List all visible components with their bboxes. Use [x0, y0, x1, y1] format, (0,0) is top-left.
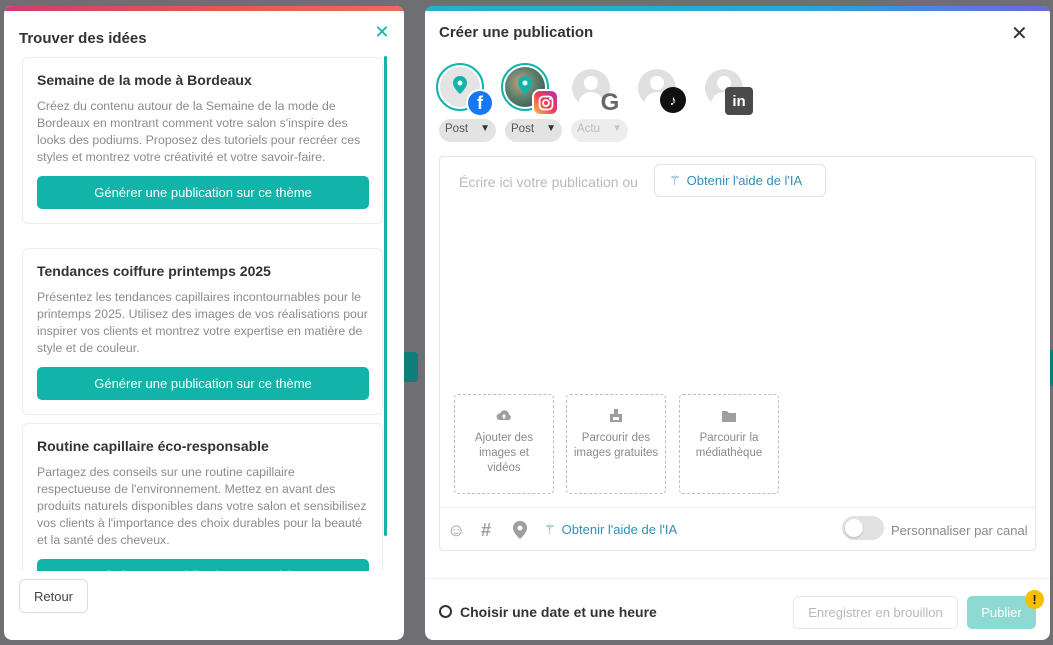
- account-google[interactable]: G: [570, 67, 620, 117]
- post-editor[interactable]: Écrire ici votre publication ou ⚚ Obtenir…: [439, 156, 1036, 551]
- account-facebook[interactable]: f: [436, 63, 494, 117]
- media-library-button[interactable]: Parcourir la médiathèque: [679, 394, 779, 494]
- post-type-select-facebook[interactable]: Post ▼: [439, 119, 496, 142]
- idea-description: Présentez les tendances capillaires inco…: [37, 290, 368, 355]
- linkedin-icon: in: [725, 87, 753, 115]
- instagram-icon: [532, 89, 559, 116]
- image-library-icon: [610, 409, 622, 422]
- customize-per-channel-toggle[interactable]: [842, 516, 884, 540]
- composer-panel: Créer une publication ✕ f G ♪ in Post ▼ …: [425, 6, 1050, 640]
- composer-title: Créer une publication: [439, 24, 594, 41]
- ai-help-label: Obtenir l'aide de l'IA: [686, 173, 803, 188]
- brand-logo-icon: [453, 76, 467, 94]
- ai-help-link-label: Obtenir l'aide de l'IA: [561, 522, 678, 537]
- account-instagram[interactable]: [501, 63, 559, 116]
- panel-accent-bar: [4, 6, 404, 11]
- account-tiktok[interactable]: ♪: [636, 67, 686, 117]
- close-icon[interactable]: ✕: [374, 23, 390, 41]
- chevron-down-icon: ▼: [612, 123, 622, 134]
- scrollbar-thumb[interactable]: [384, 56, 387, 536]
- close-icon[interactable]: ✕: [1011, 24, 1028, 44]
- idea-card: Routine capillaire éco-responsable Parta…: [22, 423, 383, 571]
- chevron-down-icon: ▼: [546, 123, 556, 134]
- tiktok-icon: ♪: [660, 87, 686, 113]
- google-icon: G: [600, 89, 620, 116]
- ideas-panel: Trouver des idées ✕ Semaine de la mode à…: [4, 6, 404, 640]
- panel-accent-bar: [425, 6, 1050, 11]
- generate-post-button[interactable]: Générer une publication sur ce thème: [37, 367, 369, 400]
- magic-wand-icon: ⚚: [544, 522, 556, 537]
- emoji-icon[interactable]: ☺: [447, 520, 465, 541]
- post-type-value: Post: [445, 123, 469, 135]
- clock-icon: [439, 605, 452, 618]
- chevron-down-icon: ▼: [480, 123, 490, 134]
- generate-post-button[interactable]: Générer une publication sur ce thème: [37, 176, 369, 209]
- back-button[interactable]: Retour: [19, 579, 88, 613]
- customize-per-channel-label: Personnaliser par canal: [891, 523, 1028, 538]
- facebook-icon: f: [466, 89, 494, 117]
- add-media-button[interactable]: Ajouter des images et vidéos: [454, 394, 554, 494]
- idea-card: Tendances coiffure printemps 2025 Présen…: [22, 248, 383, 415]
- brand-logo-icon: [518, 76, 532, 94]
- idea-card: Semaine de la mode à Bordeaux Créez du c…: [22, 57, 383, 224]
- generate-post-button[interactable]: Générer une publication sur ce thème: [37, 559, 369, 571]
- account-linkedin[interactable]: in: [703, 67, 753, 117]
- idea-description: Créez du contenu autour de la Semaine de…: [37, 99, 361, 164]
- post-type-select-google: Actu ▼: [571, 119, 628, 142]
- hashtag-icon[interactable]: #: [481, 520, 491, 541]
- toggle-knob: [845, 519, 863, 537]
- media-library-label: Parcourir la médiathèque: [695, 432, 763, 459]
- idea-description: Partagez des conseils sur une routine ca…: [37, 465, 367, 547]
- ideas-list[interactable]: Semaine de la mode à Bordeaux Créez du c…: [20, 56, 388, 571]
- composer-footer: Choisir une date et une heure Enregistre…: [425, 578, 1050, 640]
- idea-title: Routine capillaire éco-responsable: [37, 438, 269, 454]
- add-media-label: Ajouter des images et vidéos: [474, 432, 534, 474]
- post-type-select-instagram[interactable]: Post ▼: [505, 119, 562, 142]
- ideas-panel-title: Trouver des idées: [19, 30, 147, 47]
- editor-placeholder: Écrire ici votre publication ou: [459, 174, 638, 190]
- idea-title: Semaine de la mode à Bordeaux: [37, 72, 252, 88]
- schedule-picker[interactable]: Choisir une date et une heure: [439, 604, 657, 620]
- editor-toolbar: ☺ # ⚚ Obtenir l'aide de l'IA Personnalise…: [440, 507, 1035, 551]
- idea-title: Tendances coiffure printemps 2025: [37, 263, 271, 279]
- post-type-value: Actu: [577, 123, 601, 135]
- free-images-label: Parcourir des images gratuites: [573, 432, 659, 459]
- magic-wand-icon: ⚚: [669, 173, 681, 188]
- schedule-label: Choisir une date et une heure: [460, 604, 657, 620]
- ai-help-link[interactable]: ⚚ Obtenir l'aide de l'IA: [544, 522, 677, 538]
- ai-help-button[interactable]: ⚚ Obtenir l'aide de l'IA: [654, 164, 826, 197]
- save-draft-button[interactable]: Enregistrer en brouillon: [793, 596, 958, 629]
- cloud-upload-icon: [496, 410, 511, 420]
- folder-icon: [722, 411, 736, 422]
- post-type-value: Post: [511, 123, 535, 135]
- free-images-button[interactable]: Parcourir des images gratuites: [566, 394, 666, 494]
- warning-badge: !: [1025, 590, 1044, 609]
- location-pin-icon[interactable]: [513, 521, 527, 539]
